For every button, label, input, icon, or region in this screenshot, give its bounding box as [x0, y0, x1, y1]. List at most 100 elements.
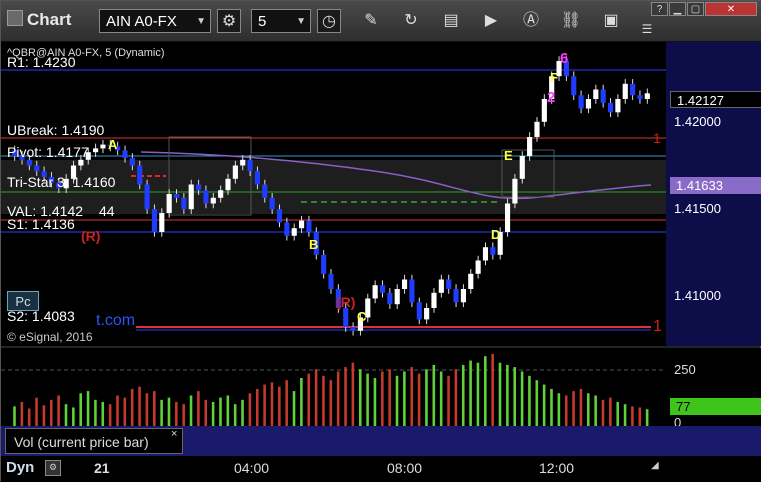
interval-input[interactable]: 5 ▼ [251, 9, 311, 33]
symbol-input[interactable]: AIN A0-FX ▼ [99, 9, 211, 33]
price-plot[interactable]: ^QBR@AIN A0-FX, 5 (Dynamic) R1: 1.4230 U… [1, 42, 666, 346]
volume-bar [645, 409, 649, 426]
label-r-2: (R) [336, 294, 356, 310]
chevron-down-icon[interactable]: ▼ [296, 10, 306, 34]
candle-body [637, 95, 643, 99]
studies-icon[interactable]: ▤ [439, 9, 463, 33]
volume-bar [564, 395, 568, 426]
volume-tick-0: 0 [674, 415, 682, 426]
volume-bar [329, 380, 333, 426]
volume-bar [49, 399, 53, 426]
time-label-0800: 08:00 [387, 460, 423, 476]
candle-body [571, 76, 577, 96]
volume-bar [432, 364, 436, 426]
candle-body [482, 247, 489, 261]
clock-icon[interactable]: ◷ [317, 9, 341, 33]
close-icon[interactable]: × [171, 428, 177, 440]
volume-bar [64, 404, 68, 426]
volume-bar [241, 399, 244, 426]
volume-bar [336, 371, 340, 426]
candle-body [600, 89, 606, 103]
candle-body [26, 159, 32, 166]
volume-bar [439, 371, 443, 426]
volume-bar [631, 406, 634, 426]
windows-icon[interactable]: ▣ [599, 9, 623, 33]
ma-price-tag: 1.41633 [670, 177, 761, 194]
refresh-icon[interactable]: ↻ [399, 9, 423, 33]
volume-plot[interactable] [1, 348, 666, 426]
volume-bar [513, 367, 517, 426]
candle-body [166, 194, 172, 213]
val-extra-label: 44 [99, 203, 115, 219]
candle-body [159, 213, 165, 232]
volume-bar [425, 369, 428, 426]
watermark-text: t.com [96, 312, 136, 329]
volume-bar [601, 399, 605, 426]
menu-icon[interactable]: ☰ [635, 17, 659, 41]
alert-icon[interactable]: Ⓐ [519, 9, 543, 33]
settings-icon[interactable]: ⚙ [45, 460, 61, 476]
volume-bar [94, 399, 97, 426]
maximize-button[interactable]: ▢ [687, 2, 704, 16]
resize-icon[interactable]: ◢ [651, 460, 661, 472]
price-axis[interactable]: 1.42127 1.42000 1.41633 1.41500 1.41000 [666, 42, 761, 346]
volume-bar [189, 395, 193, 426]
volume-bar [587, 393, 590, 426]
volume-bar [255, 388, 259, 426]
candle-body [527, 137, 533, 156]
help-button[interactable]: ? [651, 2, 668, 16]
candle-body [409, 279, 415, 303]
volume-bar [498, 362, 502, 426]
volume-bar [638, 407, 642, 426]
link-icon[interactable]: ⛓ [559, 9, 583, 33]
chart-window: Chart AIN A0-FX ▼ ⚙ 5 ▼ ◷ ✎ ↻ ▤ ▶ Ⓐ ⛓ ▣ ☰ … [0, 0, 761, 482]
candle-body [240, 159, 246, 166]
volume-bar [182, 404, 185, 426]
volume-bar [491, 354, 494, 426]
volume-bar [42, 405, 46, 426]
time-axis[interactable] [1, 456, 761, 482]
volume-tick-1: 250 [674, 362, 696, 377]
volume-bar [248, 393, 252, 426]
volume-bar [381, 371, 384, 426]
last-price-tag: 1.42127 [670, 91, 761, 108]
volume-bar [152, 391, 156, 426]
candle-body [593, 89, 599, 99]
time-label-1200: 12:00 [539, 460, 575, 476]
volume-bar [484, 356, 487, 426]
volume-bar [145, 393, 149, 426]
candle-body [343, 308, 349, 327]
red-count-1b: 1 [653, 318, 662, 335]
minimize-button[interactable]: ▁ [669, 2, 686, 16]
volume-bar [454, 369, 458, 426]
candle-body [203, 190, 209, 204]
play-icon[interactable]: ▶ [479, 9, 503, 33]
candle-body [394, 289, 400, 305]
candle-body [173, 194, 180, 198]
candle-body [129, 157, 135, 166]
candle-body [291, 228, 297, 236]
candle-body [78, 159, 84, 166]
price-tick-1: 1.42000 [674, 114, 721, 129]
volume-bar [123, 397, 127, 426]
volume-study-label[interactable]: Vol (current price bar) [5, 428, 183, 454]
pc-button[interactable]: Pc [7, 291, 39, 311]
candle-body [438, 279, 444, 293]
volume-bar [72, 407, 75, 426]
pencil-icon[interactable]: ✎ [359, 9, 383, 33]
label-b: B [309, 237, 319, 252]
candle-body [34, 165, 40, 172]
volume-axis[interactable]: 250 77 0 [666, 348, 761, 426]
volume-chart [1, 354, 666, 426]
gear-icon[interactable]: ⚙ [217, 9, 241, 33]
candle-body [218, 190, 224, 198]
candle-body [644, 93, 650, 99]
volume-bar [108, 404, 112, 426]
magenta-count-2: 2 [547, 89, 556, 106]
close-button[interactable]: ✕ [705, 2, 757, 16]
volume-bar [609, 397, 612, 426]
candle-body [284, 222, 290, 236]
chevron-down-icon[interactable]: ▼ [196, 10, 206, 34]
volume-bar [535, 380, 539, 426]
dynamic-label[interactable]: Dyn [6, 459, 34, 476]
